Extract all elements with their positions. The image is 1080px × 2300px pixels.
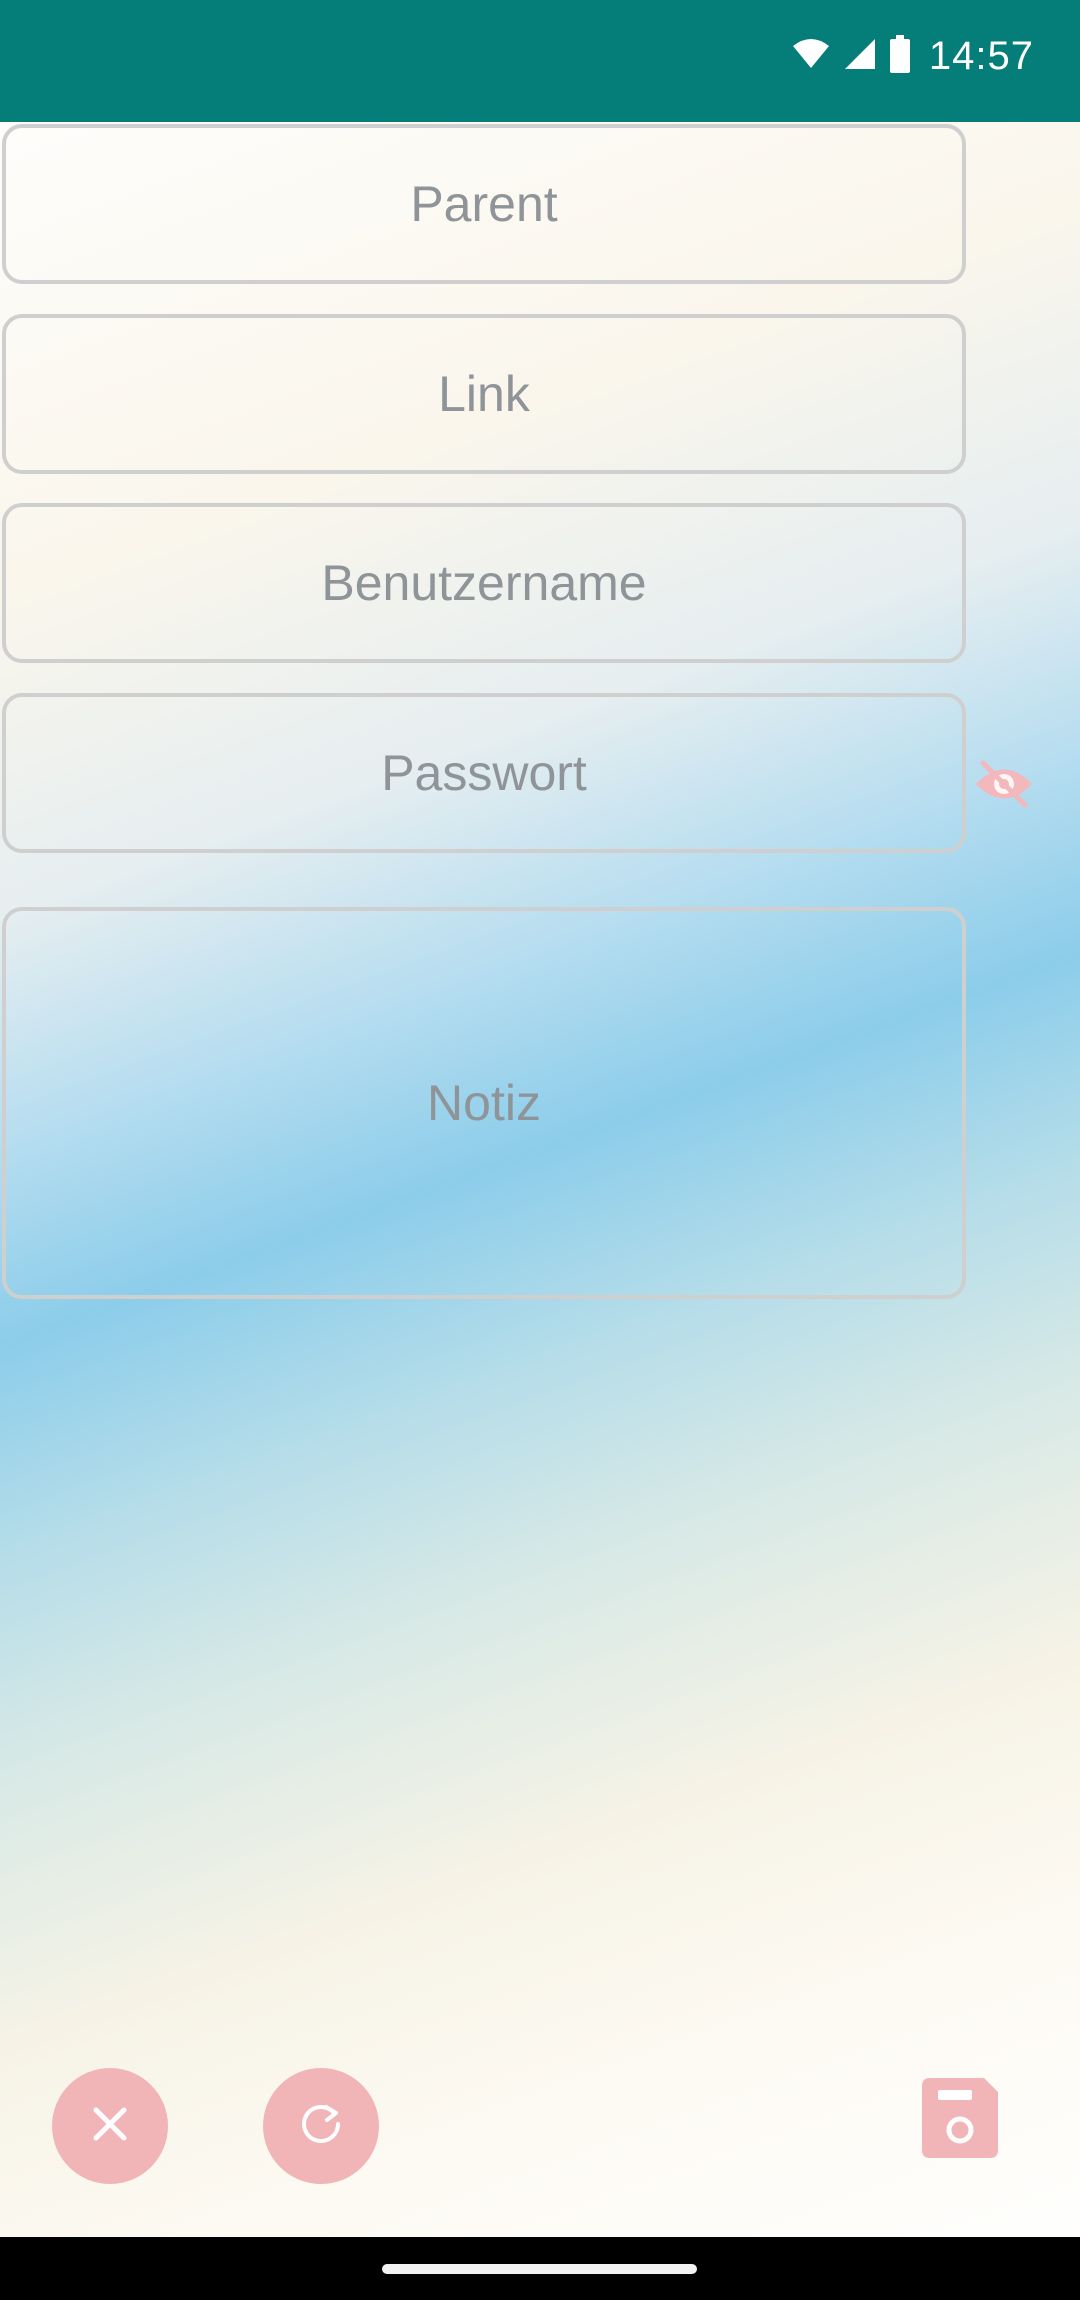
note-field-placeholder: Notiz [427,1075,541,1131]
save-button[interactable] [922,2078,998,2158]
status-icons: 14:57 [791,34,1034,79]
link-field-placeholder: Link [438,366,530,422]
note-field[interactable]: Notiz [2,907,966,1299]
parent-field[interactable]: Parent [2,124,966,284]
battery-icon [889,35,911,78]
link-field[interactable]: Link [2,314,966,474]
wifi-icon [791,38,831,75]
parent-field-placeholder: Parent [410,176,558,232]
close-icon [90,2104,130,2149]
reset-button[interactable] [263,2068,379,2184]
status-time: 14:57 [928,34,1034,78]
cellular-signal-icon [843,37,877,76]
password-visibility-toggle[interactable] [972,754,1036,818]
password-field[interactable]: Passwort [2,693,966,853]
entry-edit-screen: 14:57 Parent Link Benutzername Passwort … [0,0,1080,2300]
home-gesture-handle[interactable] [382,2264,697,2274]
refresh-icon [296,2099,346,2154]
username-field-placeholder: Benutzername [321,555,647,611]
close-button[interactable] [52,2068,168,2184]
save-icon [922,2078,998,2162]
eye-off-icon [973,759,1035,814]
password-field-placeholder: Passwort [381,745,587,801]
username-field[interactable]: Benutzername [2,503,966,663]
status-bar: 14:57 [0,0,1080,122]
